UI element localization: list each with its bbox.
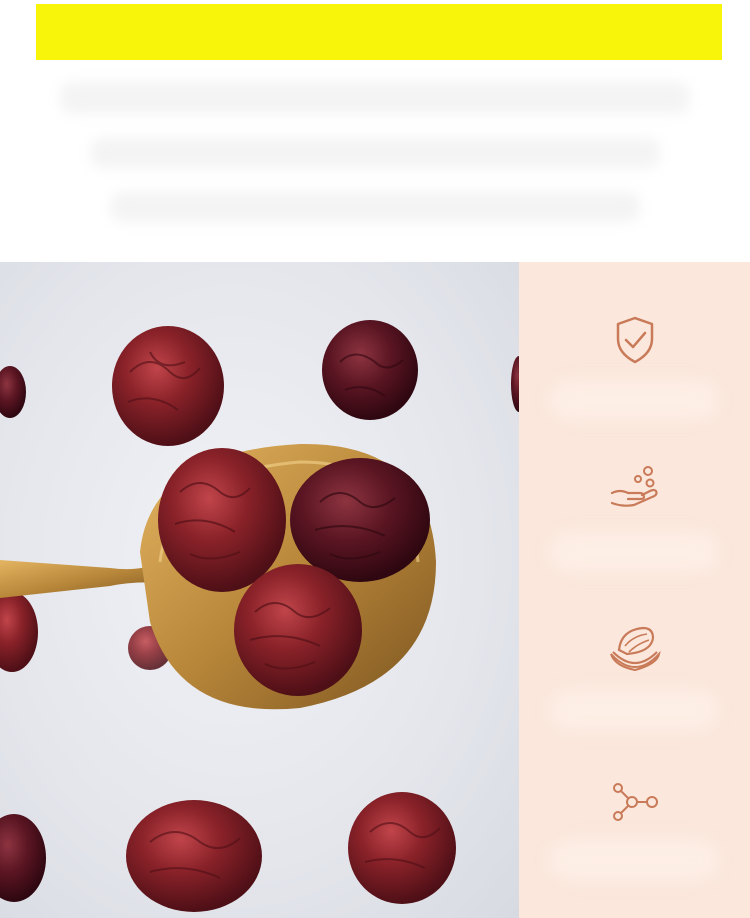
feature-caption-1 (549, 380, 719, 420)
feature-caption-4 (549, 840, 719, 880)
blurred-text-area (0, 60, 750, 260)
feature-panel (519, 262, 750, 918)
shield-check-icon (605, 310, 665, 370)
nut-icon (605, 620, 665, 680)
molecule-icon (605, 772, 665, 832)
feature-caption-2 (549, 532, 719, 572)
feature-caption-3 (549, 690, 719, 730)
jujube-spoon-illustration (0, 320, 519, 912)
hand-bubbles-icon (605, 458, 665, 518)
yellow-banner (36, 4, 722, 60)
product-photo (0, 262, 519, 918)
